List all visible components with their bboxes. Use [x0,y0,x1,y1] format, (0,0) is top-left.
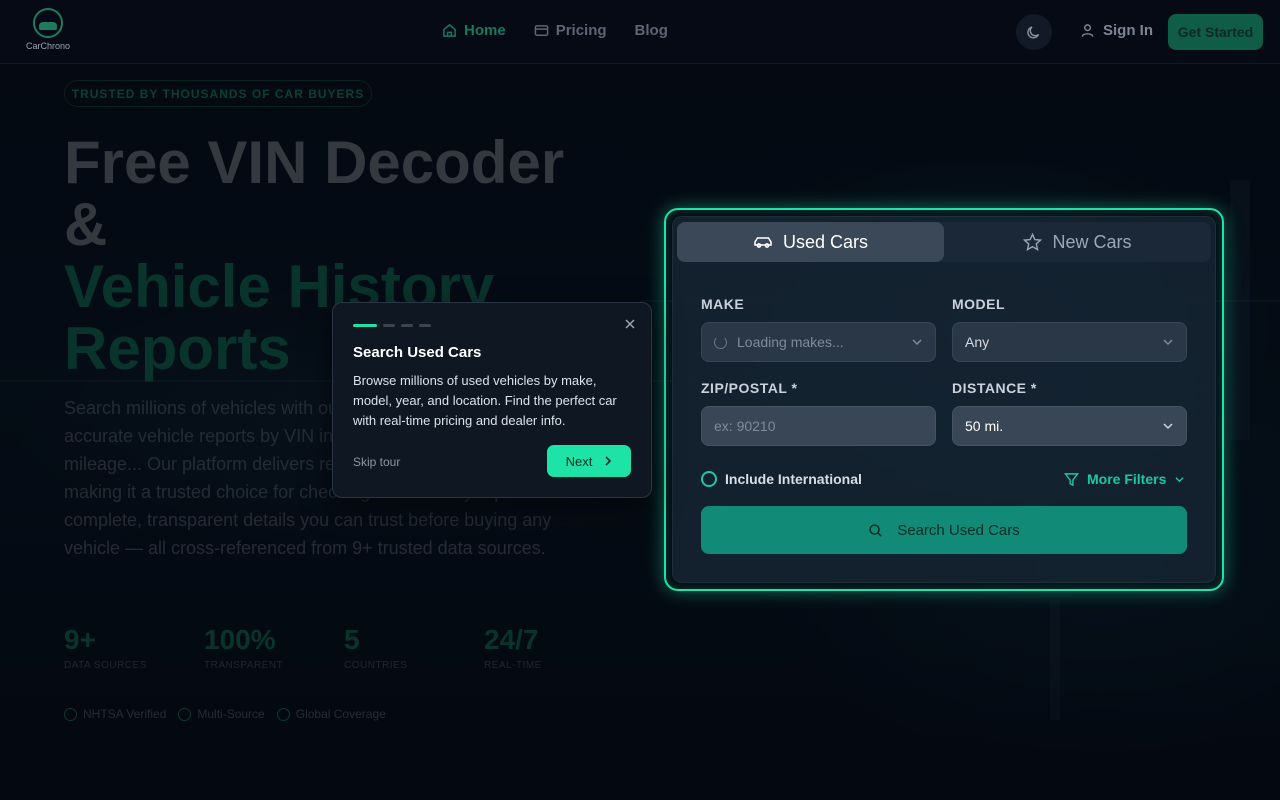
card-icon [534,25,549,36]
tour-progress [353,324,431,327]
model-value: Any [965,334,990,350]
filter-icon [1064,472,1079,486]
distance-select[interactable]: 50 mi. [952,406,1187,446]
nav-label: Pricing [555,22,607,39]
sign-in-link[interactable]: Sign In [1080,22,1153,39]
nav-item-blog[interactable]: Blog [635,22,668,39]
radio-icon [701,471,717,487]
model-label: MODEL [952,296,1006,312]
chevron-down-icon [1175,476,1184,482]
brand-name: CarChrono [25,41,71,51]
chevron-right-icon [605,456,612,466]
distance-value: 50 mi. [965,418,1004,434]
tab-label: New Cars [1052,231,1132,252]
nav-item-pricing[interactable]: Pricing [534,22,607,39]
logo-car-icon [39,22,57,30]
tour-step-dot [419,324,431,327]
theme-toggle-button[interactable] [1016,14,1052,50]
tour-popover: Search Used Cars Browse millions of used… [332,302,652,498]
search-used-cars-button[interactable]: Search Used Cars [701,506,1187,554]
include-international-option[interactable]: Include International [701,471,862,487]
tour-text: Browse millions of used vehicles by make… [353,373,617,428]
search-icon [869,523,882,537]
model-select[interactable]: Any [952,322,1187,362]
search-tabs: Used Cars New Cars [677,222,1211,262]
next-label: Next [565,453,593,469]
loading-spinner-icon [714,335,727,349]
make-label: MAKE [701,296,745,312]
include-international-label: Include International [725,471,862,487]
sign-in-label: Sign In [1103,22,1153,39]
make-select[interactable]: Loading makes... [701,322,936,362]
brand-logo[interactable]: CarChrono [24,8,72,54]
tab-label: Used Cars [782,231,869,252]
tour-step-dot [401,324,413,327]
chevron-down-icon [1163,339,1173,346]
tour-title: Search Used Cars [353,344,482,361]
search-button-label: Search Used Cars [897,521,1020,539]
get-started-button[interactable]: Get Started [1168,14,1263,50]
more-filters-label: More Filters [1087,471,1167,487]
chevron-down-icon [1163,423,1173,430]
zip-input[interactable] [714,418,923,434]
make-value: Loading makes... [737,334,844,350]
zip-label: ZIP/POSTAL * [701,380,798,396]
tour-next-button[interactable]: Next [547,445,631,477]
nav-label: Home [464,22,506,39]
tour-step-dot [383,324,395,327]
tour-step-dot [353,324,377,327]
moon-icon [1027,26,1040,39]
close-icon[interactable] [623,317,637,331]
nav-label: Blog [634,22,668,39]
more-filters-button[interactable]: More Filters [1064,471,1185,487]
home-icon [443,23,456,37]
distance-label: DISTANCE * [952,380,1037,396]
nav-item-home[interactable]: Home [442,22,506,39]
star-icon [1023,233,1043,251]
tab-used-cars[interactable]: Used Cars [677,222,944,262]
skip-tour-link[interactable]: Skip tour [353,455,400,469]
tab-new-cars[interactable]: New Cars [944,222,1211,262]
car-icon [754,237,772,248]
zip-input-wrapper [701,406,936,446]
site-header: CarChrono Home Pricing Blog Sign In Get … [0,0,1280,64]
chevron-down-icon [912,339,922,346]
main-nav: Home Pricing Blog [442,22,668,39]
user-icon [1081,24,1094,37]
